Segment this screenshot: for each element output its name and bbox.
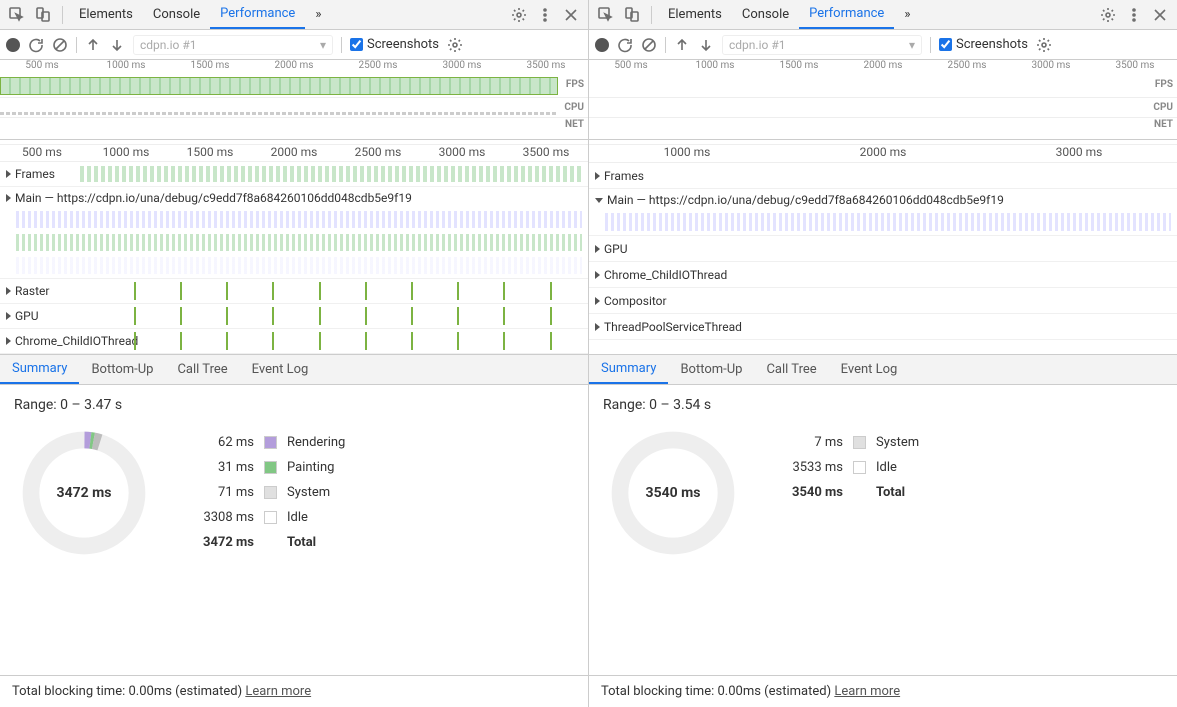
summary-tabs: SummaryBottom-UpCall TreeEvent Log	[589, 355, 1177, 385]
tab-elements[interactable]: Elements	[69, 0, 143, 29]
load-profile-icon[interactable]	[85, 37, 101, 53]
load-profile-icon[interactable]	[674, 37, 690, 53]
btab-summary[interactable]: Summary	[0, 355, 79, 384]
devtools-panel-1: ElementsConsolePerformance»cdpn.io #1▾ S…	[589, 0, 1177, 707]
tab-console[interactable]: Console	[143, 0, 210, 29]
tabs-more[interactable]: »	[305, 0, 331, 29]
thread-main[interactable]: Main — https://cdpn.io/una/debug/c9edd7f…	[0, 187, 588, 279]
devtools-tabs: ElementsConsolePerformance»	[589, 0, 1177, 30]
blocking-time-footer: Total blocking time: 0.00ms (estimated) …	[0, 675, 588, 707]
tab-console[interactable]: Console	[732, 0, 799, 29]
capture-settings-icon[interactable]	[1036, 37, 1052, 53]
clear-icon[interactable]	[641, 37, 657, 53]
thread-gpu[interactable]: GPU	[0, 304, 588, 329]
btab-bottom-up[interactable]: Bottom-Up	[79, 355, 165, 384]
tab-elements[interactable]: Elements	[658, 0, 732, 29]
summary-donut: 3472 ms	[14, 423, 154, 563]
summary-pane: Range: 0 – 3.54 s 3540 ms 7 msSystem3533 m…	[589, 385, 1177, 675]
kebab-icon[interactable]	[536, 6, 554, 24]
perf-toolbar: cdpn.io #1▾ Screenshots	[0, 30, 588, 60]
learn-more-link[interactable]: Learn more	[834, 684, 900, 699]
btab-call-tree[interactable]: Call Tree	[165, 355, 239, 384]
learn-more-link[interactable]: Learn more	[245, 684, 311, 699]
blocking-time-footer: Total blocking time: 0.00ms (estimated) …	[589, 675, 1177, 707]
thread-main[interactable]: Main — https://cdpn.io/una/debug/c9edd7f…	[589, 189, 1177, 236]
thread-chrome_childiothread[interactable]: Chrome_ChildIOThread	[589, 262, 1177, 288]
summary-legend: 7 msSystem3533 msIdle3540 msTotal	[783, 423, 919, 563]
capture-settings-icon[interactable]	[447, 37, 463, 53]
device-toggle-icon[interactable]	[34, 6, 52, 24]
thread-frames[interactable]: Frames	[0, 162, 588, 187]
thread-chrome_childiothread[interactable]: Chrome_ChildIOThread	[0, 329, 588, 354]
thread-frames[interactable]: Frames	[589, 163, 1177, 189]
clear-icon[interactable]	[52, 37, 68, 53]
device-toggle-icon[interactable]	[623, 6, 641, 24]
perf-toolbar: cdpn.io #1▾ Screenshots	[589, 30, 1177, 60]
overview-timeline[interactable]: 500 ms1000 ms1500 ms2000 ms2500 ms3000 m…	[589, 60, 1177, 140]
settings-icon[interactable]	[1099, 6, 1117, 24]
range-text: Range: 0 – 3.54 s	[603, 397, 1163, 413]
btab-call-tree[interactable]: Call Tree	[754, 355, 828, 384]
overview-timeline[interactable]: 500 ms1000 ms1500 ms2000 ms2500 ms3000 m…	[0, 60, 588, 140]
screenshots-checkbox[interactable]: Screenshots	[350, 37, 439, 52]
tab-performance[interactable]: Performance	[210, 0, 305, 29]
btab-event-log[interactable]: Event Log	[240, 355, 321, 384]
record-button[interactable]	[6, 38, 20, 52]
devtools-tabs: ElementsConsolePerformance»	[0, 0, 588, 30]
kebab-icon[interactable]	[1125, 6, 1143, 24]
tabs-more[interactable]: »	[894, 0, 920, 29]
summary-donut: 3540 ms	[603, 423, 743, 563]
summary-legend: 62 msRendering31 msPainting71 msSystem33…	[194, 423, 345, 563]
summary-tabs: SummaryBottom-UpCall TreeEvent Log	[0, 355, 588, 385]
tab-performance[interactable]: Performance	[799, 0, 894, 29]
save-profile-icon[interactable]	[698, 37, 714, 53]
close-icon[interactable]	[1151, 6, 1169, 24]
screenshots-checkbox[interactable]: Screenshots	[939, 37, 1028, 52]
btab-bottom-up[interactable]: Bottom-Up	[668, 355, 754, 384]
settings-icon[interactable]	[510, 6, 528, 24]
inspect-icon[interactable]	[8, 6, 26, 24]
thread-gpu[interactable]: GPU	[589, 236, 1177, 262]
thread-compositor[interactable]: Compositor	[589, 288, 1177, 314]
devtools-panel-0: ElementsConsolePerformance»cdpn.io #1▾ S…	[0, 0, 589, 707]
target-selector[interactable]: cdpn.io #1▾	[133, 35, 333, 55]
flame-chart[interactable]: 500 ms1000 ms1500 ms2000 ms2500 ms3000 m…	[0, 145, 588, 355]
target-selector[interactable]: cdpn.io #1▾	[722, 35, 922, 55]
record-button[interactable]	[595, 38, 609, 52]
btab-summary[interactable]: Summary	[589, 355, 668, 384]
btab-event-log[interactable]: Event Log	[829, 355, 910, 384]
flame-chart[interactable]: 1000 ms2000 ms3000 msFramesMain — https:…	[589, 145, 1177, 355]
summary-pane: Range: 0 – 3.47 s 3472 ms 62 msRendering31…	[0, 385, 588, 675]
inspect-icon[interactable]	[597, 6, 615, 24]
close-icon[interactable]	[562, 6, 580, 24]
thread-raster[interactable]: Raster	[0, 279, 588, 304]
reload-icon[interactable]	[617, 37, 633, 53]
thread-threadpoolservicethread[interactable]: ThreadPoolServiceThread	[589, 314, 1177, 340]
save-profile-icon[interactable]	[109, 37, 125, 53]
range-text: Range: 0 – 3.47 s	[14, 397, 574, 413]
reload-icon[interactable]	[28, 37, 44, 53]
